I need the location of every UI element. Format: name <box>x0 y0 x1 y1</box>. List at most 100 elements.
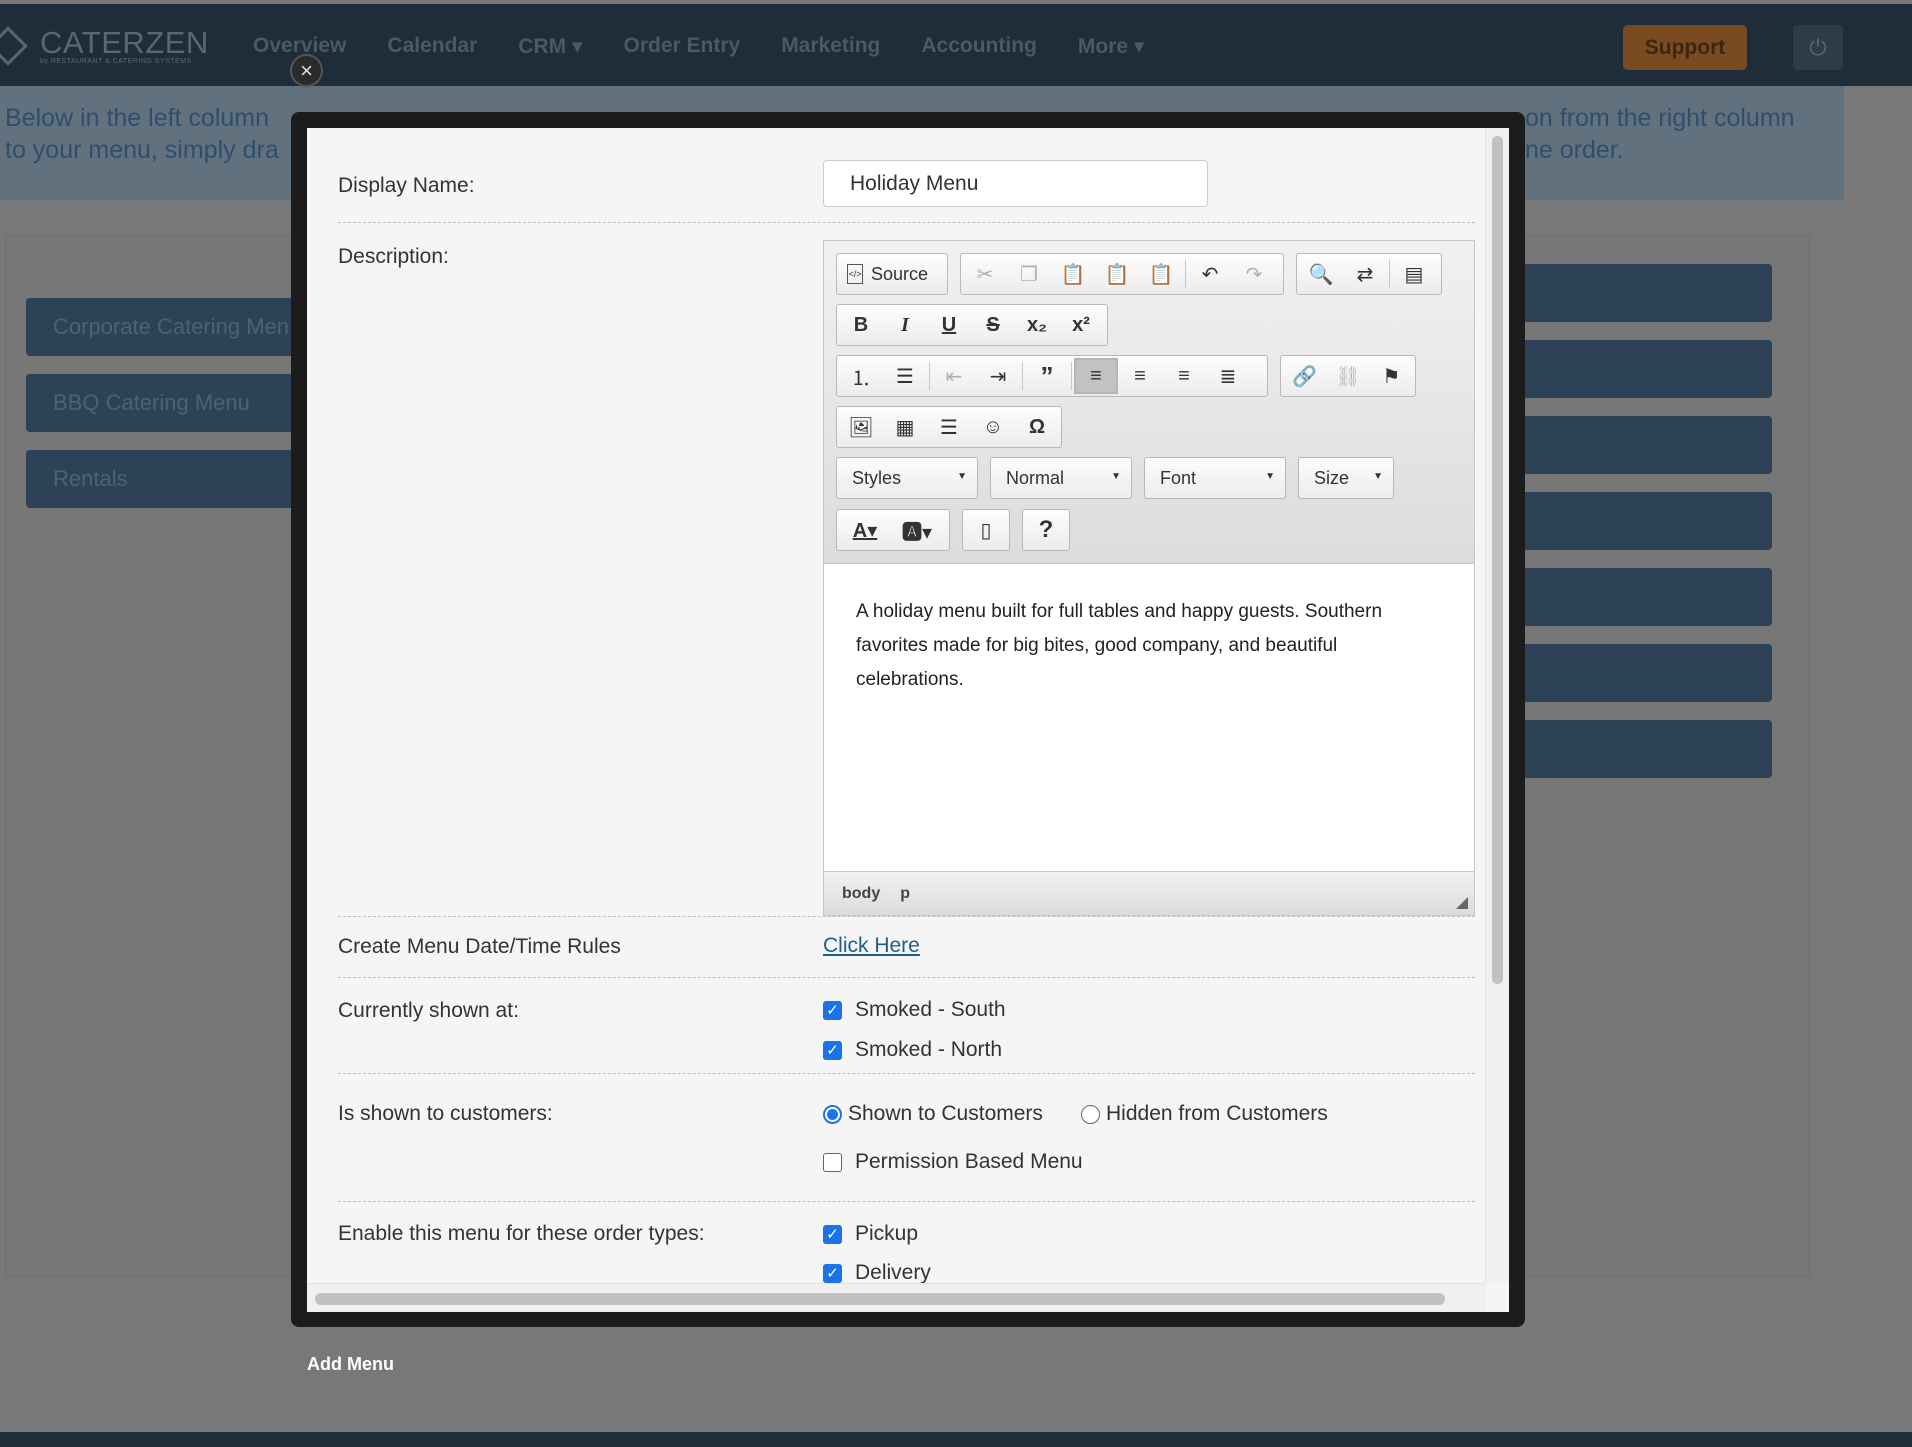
select-all-icon[interactable]: ▤ <box>1392 256 1436 292</box>
display-name-input[interactable] <box>823 160 1208 207</box>
checkbox-empty-icon[interactable] <box>823 1152 842 1172</box>
help-group: ? <box>1022 509 1070 551</box>
available-item[interactable] <box>1504 492 1772 550</box>
nav-accounting[interactable]: Accounting <box>921 34 1037 59</box>
copy-icon[interactable]: ❐ <box>1007 256 1051 292</box>
align-center-icon[interactable]: ≡ <box>1118 358 1162 394</box>
divider <box>338 916 1475 917</box>
outdent-icon[interactable]: ⇤ <box>932 358 976 394</box>
permission-based-menu-checkbox[interactable]: Permission Based Menu <box>823 1150 1083 1174</box>
available-item[interactable] <box>1504 568 1772 626</box>
align-left-icon[interactable]: ≡ <box>1074 358 1118 394</box>
power-icon[interactable]: ⏻ <box>1793 25 1843 70</box>
checkbox-checked-icon[interactable]: ✓ <box>823 1000 842 1020</box>
bulleted-list-icon[interactable]: ☰ <box>883 358 927 394</box>
strikethrough-icon[interactable]: S <box>971 307 1015 343</box>
smiley-icon[interactable]: ☺ <box>971 409 1015 445</box>
paste-word-icon[interactable]: 📋 <box>1139 256 1183 292</box>
redo-icon[interactable]: ↷ <box>1232 256 1276 292</box>
checkbox-checked-icon[interactable]: ✓ <box>823 1263 842 1283</box>
order-type-delivery-checkbox[interactable]: ✓ Delivery <box>823 1261 931 1285</box>
editor-toolbar: </> Source ✂ ❐ 📋 📋 📋 ↶ ↷ 🔍 ⇄ ▤ B I U S x… <box>824 241 1474 564</box>
paragraph-group: ⒈ ☰ ⇤ ⇥ ” ≡ ≡ ≡ ≣ <box>836 355 1268 397</box>
cut-icon[interactable]: ✂ <box>963 256 1007 292</box>
show-blocks-icon[interactable]: ▯ <box>965 512 1007 548</box>
find-icon[interactable]: 🔍 <box>1299 256 1343 292</box>
vertical-scrollbar-thumb[interactable] <box>1492 136 1503 984</box>
divider <box>338 222 1475 223</box>
superscript-icon[interactable]: x² <box>1059 307 1103 343</box>
nav-more[interactable]: More ▾ <box>1078 34 1145 59</box>
vertical-scrollbar[interactable] <box>1485 128 1509 1283</box>
path-p[interactable]: p <box>900 885 910 903</box>
path-body[interactable]: body <box>842 885 880 903</box>
color-group: A▾ 🅰▾ <box>836 509 950 551</box>
radio-selected-icon[interactable] <box>823 1104 842 1124</box>
description-label: Description: <box>338 245 449 268</box>
horizontal-rule-icon[interactable]: ☰ <box>927 409 971 445</box>
available-item[interactable] <box>1504 416 1772 474</box>
available-item[interactable] <box>1504 340 1772 398</box>
background-color-icon[interactable]: 🅰▾ <box>891 512 943 548</box>
styles-dropdown[interactable]: Styles ▼ <box>836 457 978 499</box>
editor-path-bar: body p <box>824 871 1474 915</box>
bold-icon[interactable]: B <box>839 307 883 343</box>
location-south-checkbox[interactable]: ✓ Smoked - South <box>823 998 1006 1022</box>
editor-content-area[interactable]: A holiday menu built for full tables and… <box>824 565 1474 871</box>
hidden-from-customers-radio[interactable]: Hidden from Customers <box>1081 1102 1328 1126</box>
nav-crm[interactable]: CRM ▾ <box>518 34 582 59</box>
available-item[interactable] <box>1504 264 1772 322</box>
checkbox-checked-icon[interactable]: ✓ <box>823 1224 842 1244</box>
nav-marketing[interactable]: Marketing <box>781 34 880 59</box>
order-type-pickup-checkbox[interactable]: ✓ Pickup <box>823 1222 918 1246</box>
unlink-icon[interactable]: ⛓ <box>1326 358 1369 394</box>
separator <box>1022 362 1023 390</box>
paste-text-icon[interactable]: 📋 <box>1095 256 1139 292</box>
find-group: 🔍 ⇄ ▤ <box>1296 253 1442 295</box>
align-right-icon[interactable]: ≡ <box>1162 358 1206 394</box>
format-dropdown-label: Normal <box>1006 467 1065 488</box>
nav-order-entry[interactable]: Order Entry <box>623 34 740 59</box>
font-dropdown[interactable]: Font ▼ <box>1144 457 1286 499</box>
nav-calendar[interactable]: Calendar <box>387 34 477 59</box>
logo-diamond-icon <box>0 26 28 66</box>
available-item[interactable] <box>1504 720 1772 778</box>
available-item[interactable] <box>1504 644 1772 702</box>
align-justify-icon[interactable]: ≣ <box>1206 358 1250 394</box>
resize-handle-icon[interactable] <box>1456 897 1468 909</box>
shown-at-label: Currently shown at: <box>338 999 519 1022</box>
underline-icon[interactable]: U <box>927 307 971 343</box>
replace-icon[interactable]: ⇄ <box>1343 256 1387 292</box>
indent-icon[interactable]: ⇥ <box>976 358 1020 394</box>
numbered-list-icon[interactable]: ⒈ <box>839 358 883 394</box>
shown-to-customers-radio[interactable]: Shown to Customers <box>823 1102 1043 1126</box>
subscript-icon[interactable]: x₂ <box>1015 307 1059 343</box>
anchor-flag-icon[interactable]: ⚑ <box>1370 358 1413 394</box>
order-type-pickup-label: Pickup <box>855 1222 919 1245</box>
text-color-icon[interactable]: A▾ <box>839 512 891 548</box>
image-icon[interactable]: 🖼 <box>839 409 883 445</box>
source-button[interactable]: </> Source <box>839 256 936 292</box>
format-dropdown[interactable]: Normal ▼ <box>990 457 1132 499</box>
italic-icon[interactable]: I <box>883 307 927 343</box>
link-icon[interactable]: 🔗 <box>1283 358 1326 394</box>
horizontal-scrollbar[interactable] <box>307 1283 1485 1312</box>
table-icon[interactable]: ▦ <box>883 409 927 445</box>
support-button[interactable]: Support <box>1623 25 1747 70</box>
radio-unselected-icon[interactable] <box>1081 1104 1100 1124</box>
caterzen-logo[interactable]: CATERZEN by RESTAURANT & CATERING SYSTEM… <box>0 24 209 68</box>
blockquote-icon[interactable]: ” <box>1025 358 1069 394</box>
paste-icon[interactable]: 📋 <box>1051 256 1095 292</box>
click-here-link[interactable]: Click Here <box>823 934 920 958</box>
modal-close-icon[interactable]: × <box>290 54 323 87</box>
location-north-checkbox[interactable]: ✓ Smoked - North <box>823 1038 1002 1062</box>
horizontal-scrollbar-thumb[interactable] <box>315 1293 1445 1305</box>
add-menu-button[interactable]: Add Menu <box>307 1354 394 1375</box>
special-char-omega-icon[interactable]: Ω <box>1015 409 1059 445</box>
help-question-icon[interactable]: ? <box>1025 512 1067 548</box>
size-dropdown[interactable]: Size ▼ <box>1298 457 1394 499</box>
font-dropdown-label: Font <box>1160 467 1197 488</box>
undo-icon[interactable]: ↶ <box>1188 256 1232 292</box>
styles-dropdown-label: Styles <box>852 467 902 488</box>
checkbox-checked-icon[interactable]: ✓ <box>823 1040 842 1060</box>
